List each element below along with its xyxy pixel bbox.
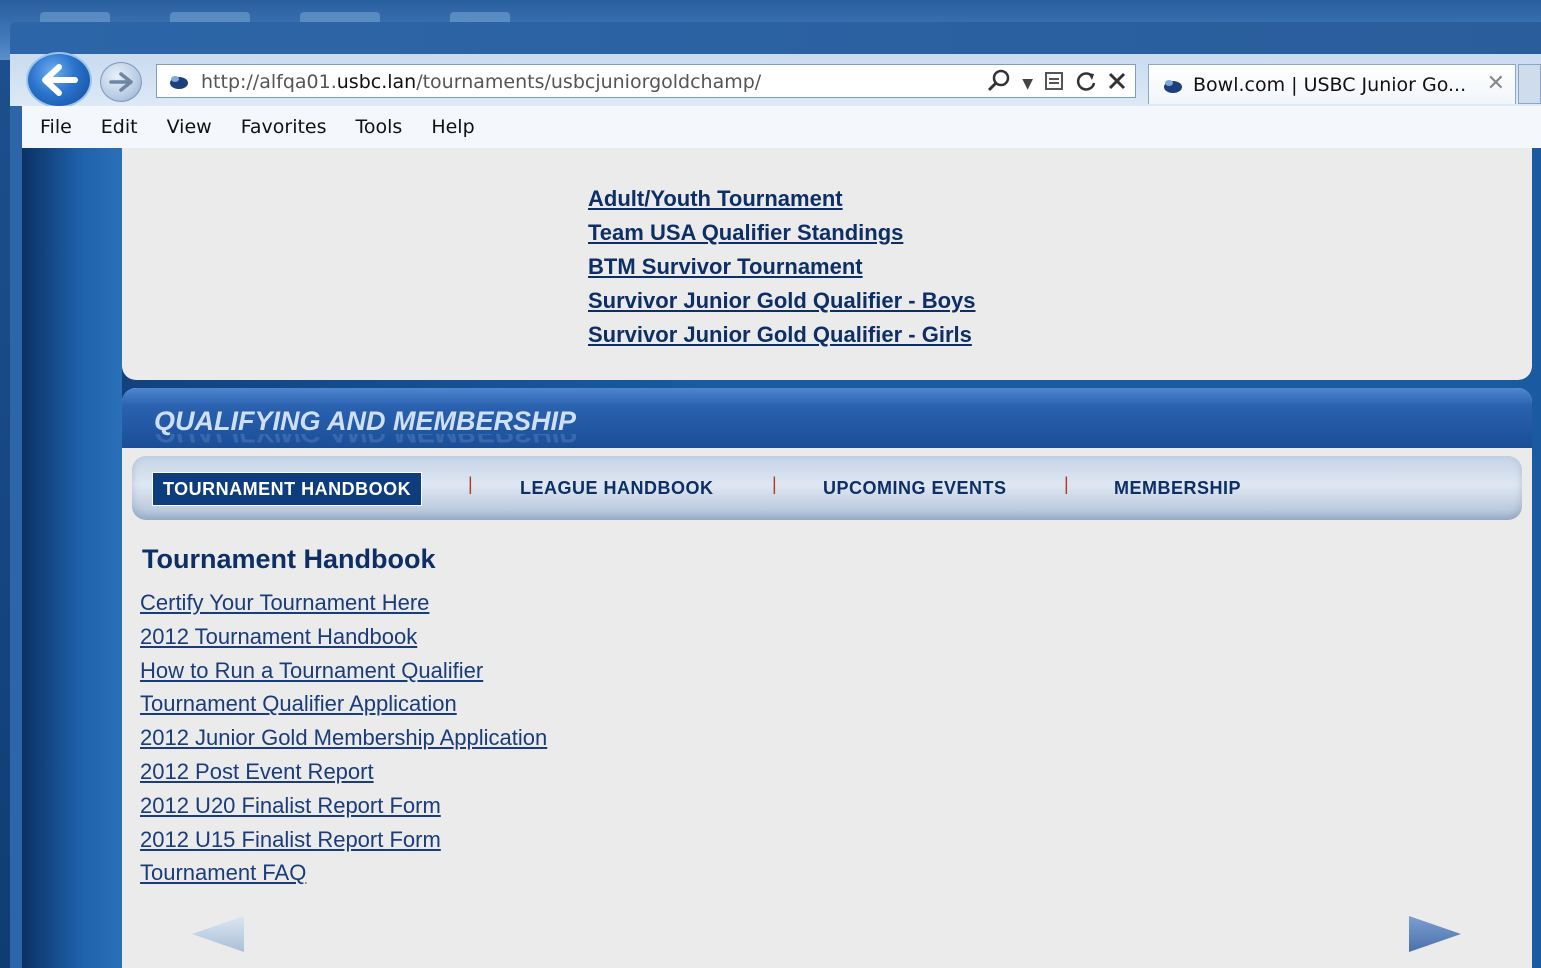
- menu-help[interactable]: Help: [431, 116, 474, 138]
- menu-view[interactable]: View: [167, 116, 212, 138]
- content-title: Tournament Handbook: [142, 544, 436, 574]
- tab-separator: |: [772, 474, 777, 494]
- previous-arrow-icon[interactable]: [190, 914, 246, 954]
- top-links-list: Adult/Youth Tournament Team USA Qualifie…: [588, 182, 976, 352]
- top-links-panel: Adult/Youth Tournament Team USA Qualifie…: [122, 148, 1532, 380]
- browser-tab[interactable]: Bowl.com | USBC Junior Go... ✕: [1148, 64, 1516, 104]
- left-decorative-strip: [22, 148, 122, 968]
- tab-upcoming-events[interactable]: UPCOMING EVENTS: [823, 472, 1007, 504]
- link-qualifier-application[interactable]: Tournament Qualifier Application: [140, 687, 547, 721]
- link-tournament-faq[interactable]: Tournament FAQ: [140, 856, 547, 890]
- qualifying-membership-section: QUALIFYING AND MEMBERSHIP QUALIFYING AND…: [122, 388, 1532, 968]
- close-icon[interactable]: ✕: [1487, 71, 1505, 96]
- link-survivor-boys[interactable]: Survivor Junior Gold Qualifier - Boys: [588, 284, 976, 318]
- address-bar[interactable]: http://alfqa01.usbc.lan/tournaments/usbc…: [156, 64, 1136, 98]
- back-arrow-icon[interactable]: [26, 52, 92, 108]
- site-favicon-icon: [170, 76, 188, 89]
- section-header: QUALIFYING AND MEMBERSHIP QUALIFYING AND…: [122, 388, 1532, 448]
- link-u15-report[interactable]: 2012 U15 Finalist Report Form: [140, 823, 547, 857]
- menu-favorites[interactable]: Favorites: [241, 116, 327, 138]
- link-post-event-report[interactable]: 2012 Post Event Report: [140, 755, 547, 789]
- new-tab-button[interactable]: [1518, 64, 1541, 104]
- menu-bar: File Edit View Favorites Tools Help: [22, 106, 1541, 149]
- link-membership-application[interactable]: 2012 Junior Gold Membership Application: [140, 721, 547, 755]
- link-team-usa-standings[interactable]: Team USA Qualifier Standings: [588, 216, 976, 250]
- tab-league-handbook[interactable]: LEAGUE HANDBOOK: [520, 472, 714, 504]
- menu-file[interactable]: File: [40, 116, 72, 138]
- section-tabs: TOURNAMENT HANDBOOK | LEAGUE HANDBOOK | …: [132, 456, 1522, 520]
- dropdown-icon[interactable]: ▼: [1022, 76, 1033, 92]
- tab-membership[interactable]: MEMBERSHIP: [1114, 472, 1241, 504]
- refresh-icon[interactable]: [1075, 70, 1097, 98]
- tab-title: Bowl.com | USBC Junior Go...: [1193, 74, 1467, 96]
- compatibility-view-icon[interactable]: [1043, 70, 1065, 98]
- link-certify-tournament[interactable]: Certify Your Tournament Here: [140, 586, 547, 620]
- url-text[interactable]: http://alfqa01.usbc.lan/tournaments/usbc…: [201, 71, 761, 93]
- tab-tournament-handbook[interactable]: TOURNAMENT HANDBOOK: [152, 472, 423, 506]
- next-arrow-icon[interactable]: [1407, 914, 1463, 954]
- menu-tools[interactable]: Tools: [356, 116, 403, 138]
- link-tournament-handbook[interactable]: 2012 Tournament Handbook: [140, 620, 547, 654]
- link-adult-youth-tournament[interactable]: Adult/Youth Tournament: [588, 182, 976, 216]
- menu-edit[interactable]: Edit: [101, 116, 138, 138]
- tab-separator: |: [1064, 474, 1069, 494]
- tab-separator: |: [468, 474, 473, 494]
- forward-arrow-icon[interactable]: [100, 62, 142, 102]
- link-run-qualifier[interactable]: How to Run a Tournament Qualifier: [140, 654, 547, 688]
- stop-icon[interactable]: [1107, 71, 1127, 97]
- search-icon[interactable]: [986, 68, 1012, 100]
- section-title: QUALIFYING AND MEMBERSHIP: [154, 406, 577, 436]
- link-btm-survivor[interactable]: BTM Survivor Tournament: [588, 250, 976, 284]
- section-title-reflection: QUALIFYING AND MEMBERSHIP: [154, 434, 576, 448]
- tab-favicon-icon: [1164, 80, 1182, 93]
- link-survivor-girls[interactable]: Survivor Junior Gold Qualifier - Girls: [588, 318, 976, 352]
- page-viewport: Adult/Youth Tournament Team USA Qualifie…: [22, 148, 1541, 968]
- handbook-links-list: Certify Your Tournament Here 2012 Tourna…: [140, 586, 547, 890]
- link-u20-report[interactable]: 2012 U20 Finalist Report Form: [140, 789, 547, 823]
